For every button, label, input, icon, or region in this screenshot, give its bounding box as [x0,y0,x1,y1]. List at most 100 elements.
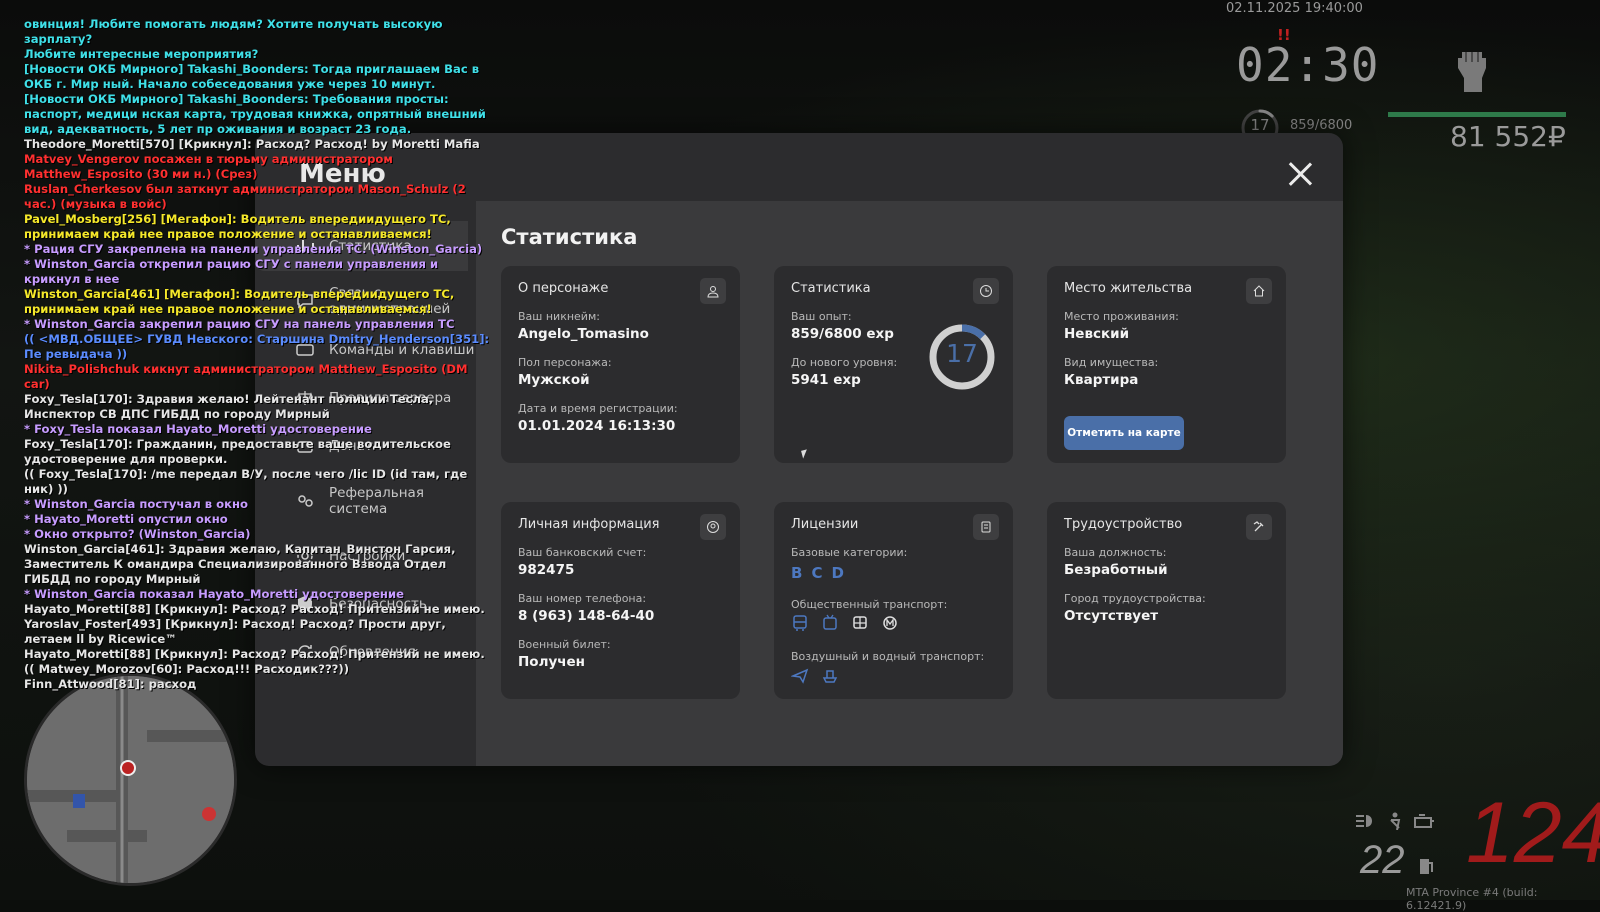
card-licenses: Лицензии Базовые категории: B C D Общест… [774,502,1013,699]
boat-icon [822,670,838,683]
card-title: Личная информация [518,517,660,532]
fuel-level: 22 [1360,838,1405,882]
content-area: Статистика О персонаже Ваш никнейм: Ange… [476,201,1343,766]
reg-value: 01.01.2024 16:13:30 [518,418,676,434]
gender-label: Пол персонажа: [518,356,612,369]
mark-on-map-button[interactable]: Отметить на карте [1064,416,1184,450]
card-title: Трудоустройство [1064,517,1183,532]
phone-value: 8 (963) 148-64-40 [518,608,655,624]
chat-line: * Winston_Garcia постучал в окно [24,497,248,511]
chat-line: Theodore_Moretti[570] [Крикнул]: Расход?… [24,137,480,151]
bus-icon [793,615,807,631]
phone-label: Ваш номер телефона: [518,592,647,605]
chat-line: Foxy_Tesla[170]: Здравия желаю! Лейтенан… [24,392,434,421]
chat-line: * Winston_Garcia открепил рацию СГУ с па… [24,257,439,286]
chat-line: (( Foxy_Tesla[170]: /me передал В/У, пос… [24,467,468,496]
hud-level: 17 [1250,116,1270,134]
exp-value: 859/6800 exp [791,326,894,342]
bank-value: 982475 [518,562,575,578]
chat-line: Winston_Garcia[461] [Мегафон]: Водитель … [24,287,455,316]
public-transport-icons [791,614,899,632]
chat-line: Foxy_Tesla[170]: Гражданин, предоставьте… [24,437,451,466]
plane-icon [791,668,809,684]
hud-money: 81 552₽ [1450,120,1566,153]
chat-line: * Foxy_Tesla показал Hayato_Moretti удос… [24,422,372,436]
card-stats: Статистика Ваш опыт: 859/6800 exp До нов… [774,266,1013,463]
reg-label: Дата и время регистрации: [518,402,678,415]
seatbelt-icon [1390,812,1401,830]
profile-circle-icon [700,514,726,540]
license-categories: B C D [791,564,844,582]
job-value: Безработный [1064,562,1168,578]
chat-line: * Рация СГУ закреплена на панели управле… [24,242,483,256]
chat-line: Hayato_Moretti[88] [Крикнул]: Расход? Ра… [24,647,485,661]
tram-icon [853,616,867,629]
nick-label: Ваш никнейм: [518,310,600,323]
category-c: C [811,564,823,582]
job-city-label: Город трудоустройства: [1064,592,1206,605]
clock-icon [973,278,999,304]
exp-label: Ваш опыт: [791,310,852,323]
chat-line: Ruslan_Cherkesov был заткнут администрат… [24,182,466,211]
place-label: Место проживания: [1064,310,1179,323]
chat-line: * Окно открыто? (Winston_Garcia) [24,527,251,541]
military-value: Получен [518,654,586,670]
metro-icon [883,616,897,630]
chat-line: Nikita_Polishchuk кикнут администратором… [24,362,468,391]
chat-line: Любите интересные мероприятия? [24,47,259,61]
card-title: О персонаже [518,281,609,296]
military-label: Военный билет: [518,638,611,651]
card-title: Лицензии [791,517,859,532]
user-icon [700,278,726,304]
bank-label: Ваш банковский счет: [518,546,647,559]
chat-line: овинция! Любите помогать людям? Хотите п… [24,17,443,46]
chat-line: * Hayato_Moretti опустил окно [24,512,228,526]
chat-line: Hayato_Moretti[88] [Крикнул]: Расход? Ра… [24,602,485,616]
hud-exp: 859/6800 [1290,118,1353,133]
job-label: Ваша должность: [1064,546,1167,559]
next-level-label: До нового уровня: [791,356,898,369]
chat-line: [Новости ОКБ Мирного] Takashi_Boonders: … [24,62,480,91]
chat-line: (( <МВД.ОБЩЕЕ> ГУВД Невского: Старшина D… [24,332,490,361]
chat-line: Matvey_Vengerov посажен в тюрьму админис… [24,152,393,181]
property-value: Квартира [1064,372,1139,388]
card-title: Место жительства [1064,281,1193,296]
close-button[interactable] [1287,161,1313,187]
chat-line: Pavel_Mosberg[256] [Мегафон]: Водитель в… [24,212,451,241]
base-categories-label: Базовые категории: [791,546,908,559]
next-level-value: 5941 exp [791,372,861,388]
chat-line: * Winston_Garcia закрепил рацию СГУ на п… [24,317,455,331]
license-icon [973,514,999,540]
hud-datetime: 02.11.2025 19:40:00 [1226,1,1363,16]
engine-icon [1414,814,1434,828]
chat-line: * Winston_Garcia показал Hayato_Moretti … [24,587,404,601]
place-value: Невский [1064,326,1130,342]
property-label: Вид имущества: [1064,356,1159,369]
chat-line: [Новости ОКБ Мирного] Takashi_Boonders: … [24,92,486,136]
level-number: 17 [946,339,978,368]
air-water-transport-icons [791,666,839,684]
category-b: B [791,564,803,582]
public-transport-label: Общественный транспорт: [791,598,948,611]
category-d: D [831,564,844,582]
card-personal: Личная информация Ваш банковский счет: 9… [501,502,740,699]
gender-value: Мужской [518,372,590,388]
card-employment: Трудоустройство Ваша должность: Безработ… [1047,502,1286,699]
minimap-roads [27,676,234,883]
chat-log: овинция! Любите помогать людям? Хотите п… [24,17,494,692]
fist-icon [1458,52,1486,92]
chat-line: (( Matwey_Morozov[60]: Расход!!! Расходи… [24,662,349,676]
card-character: О персонаже Ваш никнейм: Angelo_Tomasino… [501,266,740,463]
health-bar [1388,112,1566,117]
speedometer: 124 [1466,785,1600,881]
hud-clock: 02:30 [1236,38,1380,92]
vehicle-status-icons [1354,812,1436,830]
card-title: Статистика [791,281,871,296]
air-water-transport-label: Воздушный и водный транспорт: [791,650,985,663]
trolleybus-icon [823,614,837,630]
minimap[interactable] [24,673,237,886]
headlight-icon [1356,815,1372,827]
fuel-icon [1420,859,1433,874]
home-icon [1246,278,1272,304]
chat-line: Finn_Attwood[81]: расход [24,677,197,691]
